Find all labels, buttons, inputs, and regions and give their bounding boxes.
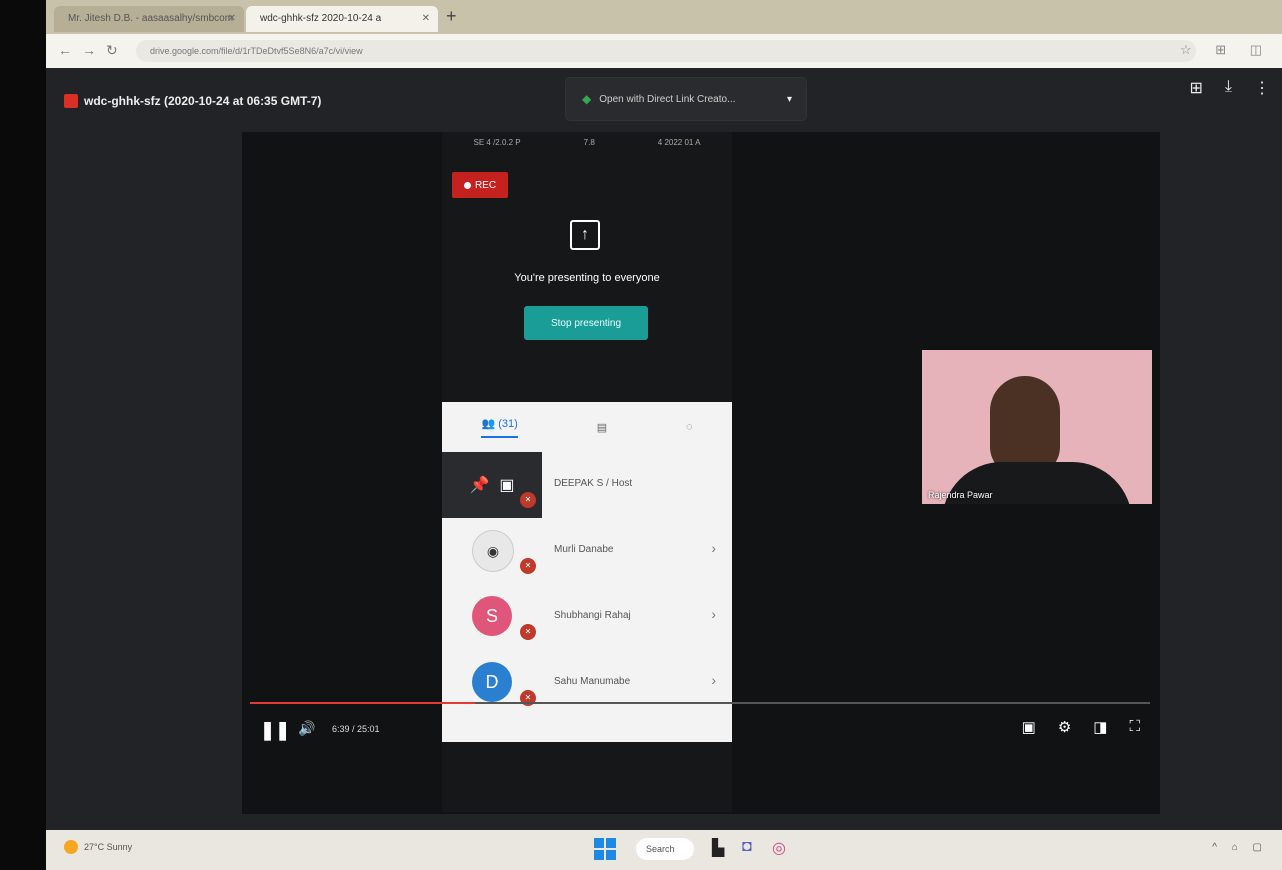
meta-item: 7.8: [583, 138, 595, 147]
avatar: S: [472, 596, 512, 636]
open-with-button[interactable]: ◆ Open with Direct Link Creato... ▾: [566, 78, 806, 120]
system-tray[interactable]: ^ ⌂ ▢: [1212, 842, 1268, 853]
browser-tab-1[interactable]: Mr. Jitesh D.B. - aasaasalhy/smbcom ✕: [54, 6, 244, 32]
meta-item: 4 2022 01 A: [657, 138, 701, 147]
tab-activities[interactable]: ◌: [686, 421, 693, 433]
fullscreen-icon[interactable]: ⛶: [1129, 718, 1140, 736]
start-icon[interactable]: [594, 838, 616, 860]
camera-name: Rajendra Pawar: [928, 490, 993, 500]
close-icon[interactable]: ✕: [228, 6, 236, 32]
tab-strip: Mr. Jitesh D.B. - aasaasalhy/smbcom ✕ wdc…: [46, 0, 1282, 34]
screen: Mr. Jitesh D.B. - aasaasalhy/smbcom ✕ wdc…: [46, 0, 1282, 870]
new-tab-button[interactable]: +: [446, 6, 457, 27]
file-title: wdc-ghhk-sfz (2020-10-24 at 06:35 GMT-7): [64, 94, 321, 108]
player-controls: ❚❚ 🔊 6:39 / 25:01 ▣ ⚙ ◨ ⛶: [242, 712, 1160, 752]
camera-tile: Rajendra Pawar: [922, 350, 1152, 504]
sun-icon: [64, 840, 78, 854]
tab-chat[interactable]: ▤: [597, 421, 607, 434]
right-controls: ▣ ⚙ ◨ ⛶: [1022, 718, 1140, 736]
url-input[interactable]: drive.google.com/file/d/1rTDeDtvf5Se8N6/…: [136, 40, 1196, 62]
browser-tab-2[interactable]: wdc-ghhk-sfz 2020-10-24 a ✕: [246, 6, 438, 32]
chevron-down-icon[interactable]: ▾: [787, 94, 792, 105]
participant-row[interactable]: S ✕ Shubhangi Rahaj ›: [442, 584, 732, 650]
panel-tabs: 👥 (31) ▤ ◌: [442, 402, 732, 452]
presenting-text: You're presenting to everyone: [514, 272, 660, 284]
participant-name: Sahu Manumabe: [554, 676, 631, 687]
tab-label: wdc-ghhk-sfz 2020-10-24 a: [260, 13, 382, 24]
people-count: (31): [498, 417, 518, 430]
record-dot-icon: [463, 181, 471, 189]
video-file-icon: [64, 94, 78, 108]
more-options-icon[interactable]: ⋮: [1254, 78, 1270, 98]
participant-name: Shubhangi Rahaj: [554, 610, 631, 621]
mic-off-icon: ✕: [520, 492, 536, 508]
weather-widget[interactable]: 27°C Sunny: [64, 840, 132, 854]
chevron-right-icon[interactable]: ›: [711, 606, 716, 622]
tab-label: Mr. Jitesh D.B. - aasaasalhy/smbcom: [68, 13, 234, 24]
rec-badge: REC: [452, 172, 508, 198]
stop-presenting-button[interactable]: Stop presenting: [524, 306, 648, 340]
tab-people[interactable]: 👥 (31): [481, 417, 518, 438]
recording-meta: SE 4 /2.0.2 P 7.8 4 2022 01 A: [442, 138, 732, 147]
forward-icon[interactable]: →: [82, 42, 96, 58]
settings-icon[interactable]: ⚙: [1058, 718, 1071, 736]
app-icon: ◆: [582, 92, 592, 106]
pin-icon[interactable]: 📌: [469, 475, 489, 495]
progress-fill: [250, 702, 475, 704]
person-head: [990, 376, 1060, 476]
browser-actions[interactable]: ☆ ⊞ ◫: [1180, 42, 1272, 58]
chevron-right-icon[interactable]: ›: [711, 672, 716, 688]
video-player[interactable]: SE 4 /2.0.2 P 7.8 4 2022 01 A REC ↑ You'…: [242, 132, 1160, 814]
participant-row[interactable]: ◉ ✕ Murli Danabe ›: [442, 518, 732, 584]
participants-panel: 👥 (31) ▤ ◌ 📌 ▣ ✕ DEEPAK S / Host ◉ ✕ Mur…: [442, 402, 732, 742]
taskbar: 27°C Sunny Search ▙ ◘ ◎ ^ ⌂ ▢: [46, 830, 1282, 870]
avatar: ◉: [472, 530, 514, 572]
meta-item: SE 4 /2.0.2 P: [473, 138, 521, 147]
chat-icon[interactable]: ◘: [742, 838, 752, 856]
open-with-label: Open with Direct Link Creato...: [599, 93, 736, 105]
task-view-icon[interactable]: ▙: [712, 838, 724, 858]
reload-icon[interactable]: ↻: [106, 42, 118, 59]
download-icon[interactable]: ⤓: [1225, 78, 1232, 98]
participant-name: DEEPAK S / Host: [554, 478, 633, 489]
progress-bar[interactable]: [250, 702, 1150, 704]
header-actions: ⊞ ⤓ ⋮: [1190, 78, 1270, 98]
captions-icon[interactable]: ▣: [1022, 718, 1036, 736]
back-icon[interactable]: ←: [58, 42, 72, 58]
avatar: D: [472, 662, 512, 702]
address-bar: ← → ↻ drive.google.com/file/d/1rTDeDtvf5…: [46, 34, 1282, 68]
search-input[interactable]: Search: [636, 838, 694, 860]
participant-row[interactable]: 📌 ▣ ✕ DEEPAK S / Host: [442, 452, 732, 518]
participant-row[interactable]: D ✕ Sahu Manumabe ›: [442, 650, 732, 716]
rec-label: REC: [474, 179, 497, 191]
add-shortcut-icon[interactable]: ⊞: [1190, 78, 1203, 98]
close-icon[interactable]: ✕: [422, 6, 430, 32]
mic-off-icon: ✕: [520, 624, 536, 640]
present-icon: ↑: [570, 220, 600, 250]
file-title-text: wdc-ghhk-sfz (2020-10-24 at 06:35 GMT-7): [84, 94, 322, 108]
present-screen-icon: ▣: [499, 477, 515, 494]
weather-text: 27°C Sunny: [84, 842, 133, 852]
pause-icon[interactable]: ❚❚: [260, 720, 290, 741]
monitor-bezel: [0, 0, 46, 870]
browser-icon[interactable]: ◎: [772, 838, 786, 858]
drive-viewer: wdc-ghhk-sfz (2020-10-24 at 06:35 GMT-7)…: [46, 68, 1282, 830]
volume-icon[interactable]: 🔊: [298, 720, 315, 737]
pinned-presenter: 📌 ▣: [442, 452, 542, 518]
mic-off-icon: ✕: [520, 558, 536, 574]
participant-name: Murli Danabe: [554, 544, 614, 555]
miniplayer-icon[interactable]: ◨: [1093, 718, 1107, 736]
chevron-right-icon[interactable]: ›: [711, 540, 716, 556]
time-display: 6:39 / 25:01: [332, 724, 380, 734]
